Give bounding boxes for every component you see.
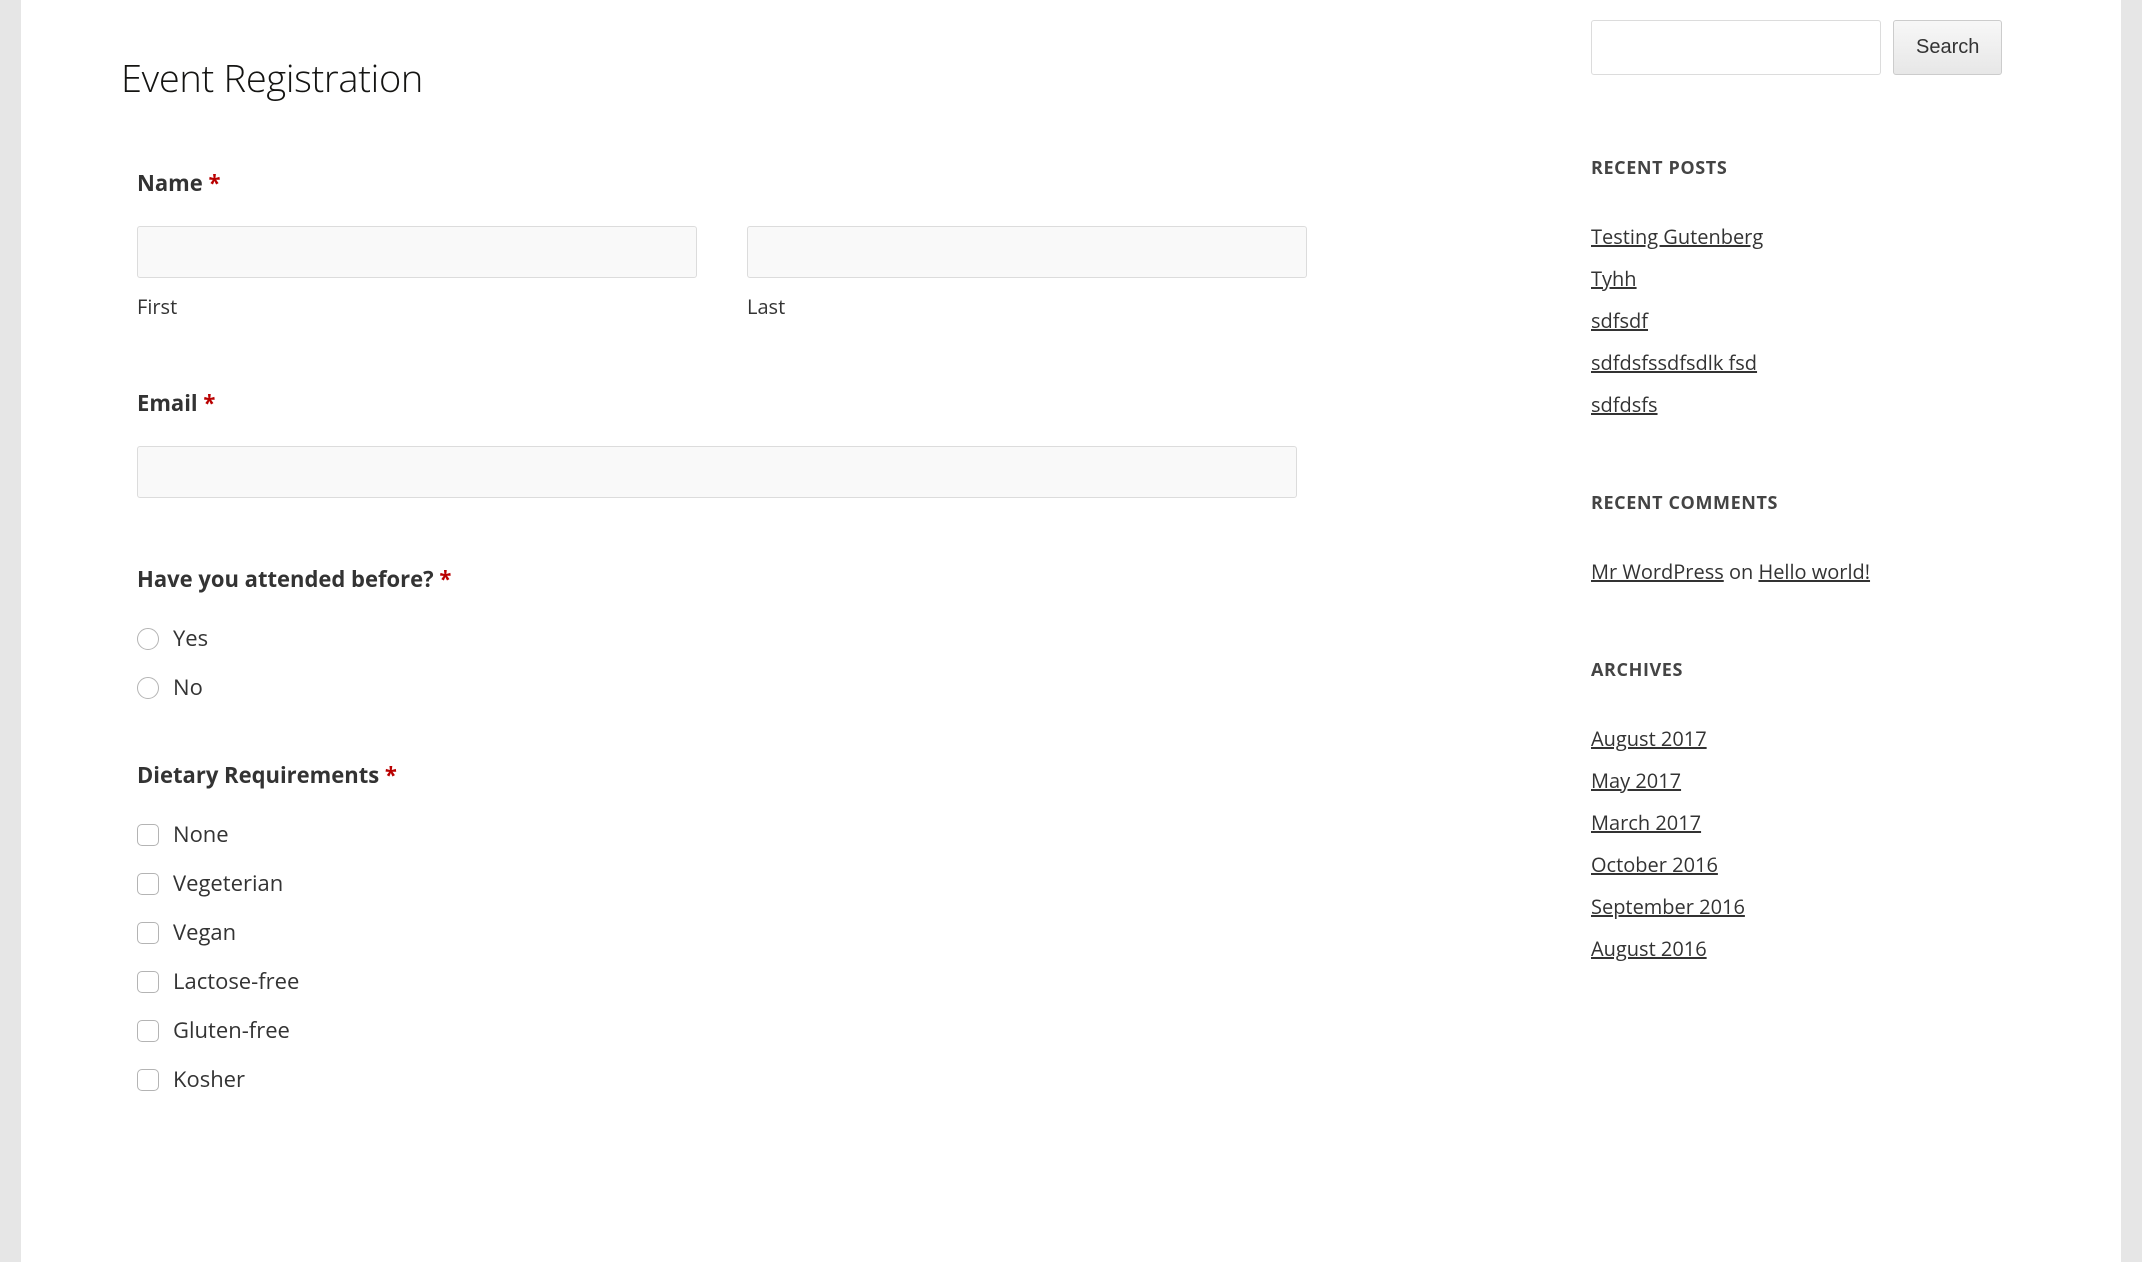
dietary-label: Dietary Requirements *: [137, 759, 1481, 792]
list-item: October 2016: [1591, 850, 2011, 880]
search-input[interactable]: [1591, 20, 1881, 75]
list-item: sdfsdf: [1591, 306, 2011, 336]
recent-posts-title: RECENT POSTS: [1591, 155, 2011, 182]
name-last-wrap: Last: [747, 226, 1307, 322]
comment-connector: on: [1724, 558, 1759, 585]
list-item: August 2017: [1591, 724, 2011, 754]
archive-link[interactable]: October 2016: [1591, 851, 1718, 878]
archive-link[interactable]: September 2016: [1591, 893, 1745, 920]
name-label-text: Name: [137, 168, 209, 198]
first-name-input[interactable]: [137, 226, 697, 278]
recent-posts-list: Testing Gutenberg Tyhh sdfsdf sdfdsfssdf…: [1591, 222, 2011, 420]
list-item: August 2016: [1591, 934, 2011, 964]
recent-post-link[interactable]: sdfdsfs: [1591, 391, 1658, 418]
list-item: September 2016: [1591, 892, 2011, 922]
comment-author-link[interactable]: Mr WordPress: [1591, 558, 1724, 585]
dietary-option[interactable]: Lactose-free: [137, 965, 1481, 998]
required-marker: *: [385, 760, 397, 790]
field-email: Email *: [121, 387, 1481, 498]
dietary-option-label: Kosher: [173, 1063, 245, 1096]
dietary-option[interactable]: Vegeterian: [137, 867, 1481, 900]
list-item: May 2017: [1591, 766, 2011, 796]
list-item: March 2017: [1591, 808, 2011, 838]
search-button[interactable]: Search: [1893, 20, 2002, 75]
dietary-option[interactable]: None: [137, 818, 1481, 851]
attended-radio-no[interactable]: [137, 677, 159, 699]
required-marker: *: [209, 168, 221, 198]
main-column: Event Registration Name * First Last Ema…: [121, 10, 1481, 1242]
page-wrap: Event Registration Name * First Last Ema…: [21, 0, 2121, 1262]
field-dietary: Dietary Requirements * None Vegeterian V…: [121, 759, 1481, 1096]
recent-post-link[interactable]: sdfdsfssdfsdlk fsd: [1591, 349, 1757, 376]
dietary-options: None Vegeterian Vegan Lactose-free Glute…: [137, 818, 1481, 1096]
field-name: Name * First Last: [121, 167, 1481, 322]
archive-link[interactable]: May 2017: [1591, 767, 1681, 794]
list-item: Tyhh: [1591, 264, 2011, 294]
archive-link[interactable]: August 2017: [1591, 725, 1707, 752]
recent-post-link[interactable]: Tyhh: [1591, 265, 1637, 292]
dietary-option[interactable]: Gluten-free: [137, 1014, 1481, 1047]
attended-option[interactable]: No: [137, 671, 1481, 704]
dietary-check-gluten-free[interactable]: [137, 1020, 159, 1042]
dietary-check-vegan[interactable]: [137, 922, 159, 944]
attended-radio-yes[interactable]: [137, 628, 159, 650]
email-input[interactable]: [137, 446, 1297, 498]
attended-options: Yes No: [137, 622, 1481, 704]
recent-post-link[interactable]: sdfsdf: [1591, 307, 1648, 334]
dietary-option-label: Vegan: [173, 916, 236, 949]
required-marker: *: [439, 564, 451, 594]
last-name-input[interactable]: [747, 226, 1307, 278]
list-item: sdfdsfs: [1591, 390, 2011, 420]
field-attended: Have you attended before? * Yes No: [121, 563, 1481, 704]
name-first-wrap: First: [137, 226, 697, 322]
dietary-option-label: Gluten-free: [173, 1014, 290, 1047]
attended-option[interactable]: Yes: [137, 622, 1481, 655]
email-label-text: Email: [137, 388, 203, 418]
recent-post-link[interactable]: Testing Gutenberg: [1591, 223, 1763, 250]
recent-comment-entry: Mr WordPress on Hello world!: [1591, 557, 2011, 587]
dietary-option-label: Lactose-free: [173, 965, 299, 998]
archive-link[interactable]: August 2016: [1591, 935, 1707, 962]
dietary-option[interactable]: Kosher: [137, 1063, 1481, 1096]
dietary-label-text: Dietary Requirements: [137, 760, 385, 790]
attended-label: Have you attended before? *: [137, 563, 1481, 596]
archives-title: ARCHIVES: [1591, 657, 2011, 684]
sidebar: Search RECENT POSTS Testing Gutenberg Ty…: [1591, 10, 2011, 1242]
list-item: sdfdsfssdfsdlk fsd: [1591, 348, 2011, 378]
first-name-sublabel: First: [137, 292, 697, 322]
comment-post-link[interactable]: Hello world!: [1758, 558, 1870, 585]
page-title: Event Registration: [121, 50, 1481, 107]
attended-label-text: Have you attended before?: [137, 564, 439, 594]
dietary-check-lactose-free[interactable]: [137, 971, 159, 993]
list-item: Testing Gutenberg: [1591, 222, 2011, 252]
archives-list: August 2017 May 2017 March 2017 October …: [1591, 724, 2011, 964]
email-label: Email *: [137, 387, 1481, 420]
archive-link[interactable]: March 2017: [1591, 809, 1701, 836]
name-row: First Last: [137, 226, 1481, 322]
dietary-check-kosher[interactable]: [137, 1069, 159, 1091]
name-label: Name *: [137, 167, 1481, 200]
dietary-check-none[interactable]: [137, 824, 159, 846]
dietary-option-label: Vegeterian: [173, 867, 283, 900]
required-marker: *: [203, 388, 215, 418]
last-name-sublabel: Last: [747, 292, 1307, 322]
search-row: Search: [1591, 20, 2011, 75]
recent-comments-title: RECENT COMMENTS: [1591, 490, 2011, 517]
dietary-option[interactable]: Vegan: [137, 916, 1481, 949]
attended-option-label: Yes: [173, 622, 208, 655]
dietary-option-label: None: [173, 818, 229, 851]
attended-option-label: No: [173, 671, 203, 704]
dietary-check-vegeterian[interactable]: [137, 873, 159, 895]
